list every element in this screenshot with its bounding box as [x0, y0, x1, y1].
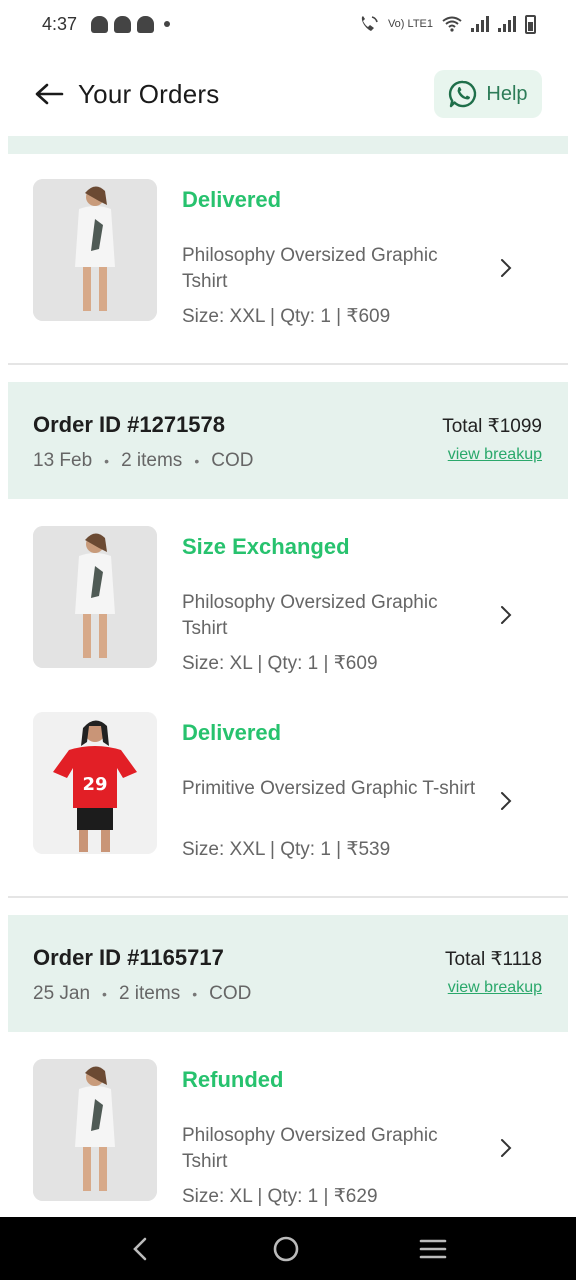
notification-icons [91, 15, 171, 33]
order-total: Total ₹1118 [445, 949, 542, 970]
item-status: Delivered [182, 187, 282, 212]
order-header: Order ID #1165717 Total ₹1118 25 Jan • 2… [8, 915, 568, 1032]
item-status: Size Exchanged [182, 534, 350, 559]
whatsapp-icon [449, 80, 477, 108]
item-meta: Size: XL | Qty: 1 | ₹629 [182, 1186, 378, 1207]
chevron-right-icon [501, 1139, 512, 1157]
snapchat-icon [91, 15, 109, 33]
home-nav-icon[interactable] [272, 1235, 300, 1263]
view-breakup-link[interactable]: view breakup [448, 979, 542, 997]
snapchat-icon [114, 15, 132, 33]
chevron-right-icon [501, 259, 512, 277]
network-label: Vo) LTE1 [387, 18, 433, 30]
help-label: Help [486, 82, 528, 105]
recents-nav-icon[interactable] [419, 1237, 447, 1261]
order-total: Total ₹1099 [442, 416, 542, 437]
product-image [33, 1059, 157, 1201]
chevron-right-icon [501, 792, 512, 810]
svg-text:29: 29 [82, 774, 107, 795]
app-header: Your Orders Help [0, 52, 576, 136]
item-name: Philosophy Oversized Graphic Tshirt [182, 245, 438, 292]
order-item[interactable]: Refunded Philosophy Oversized Graphic Ts… [0, 1059, 576, 1209]
snapchat-icon [137, 15, 155, 33]
status-time: 4:37 [42, 13, 78, 34]
order-item-count: 2 items [118, 983, 181, 1004]
item-name: Philosophy Oversized Graphic Tshirt [182, 592, 438, 639]
view-breakup-link[interactable]: view breakup [448, 446, 542, 464]
order-payment: COD [209, 983, 252, 1004]
page-title: Your Orders [78, 78, 220, 109]
arrow-left-icon [35, 83, 64, 105]
signal-icon [498, 16, 516, 32]
order-header: Order ID #1271578 Total ₹1099 13 Feb • 2… [8, 382, 568, 499]
item-name: Primitive Oversized Graphic T-shirt [182, 778, 476, 799]
signal-icon [471, 16, 489, 32]
help-button[interactable]: Help [434, 70, 542, 118]
order-item[interactable]: Size Exchanged Philosophy Oversized Grap… [0, 526, 576, 676]
chevron-right-icon [501, 606, 512, 624]
product-image [33, 526, 157, 668]
item-status: Refunded [182, 1067, 284, 1092]
order-date: 13 Feb [33, 450, 93, 471]
divider [8, 363, 568, 365]
item-name: Philosophy Oversized Graphic Tshirt [182, 1125, 438, 1172]
item-meta: Size: XXL | Qty: 1 | ₹609 [182, 306, 391, 327]
notification-dot-icon [164, 21, 171, 27]
product-image: 29 [33, 712, 157, 854]
order-item-count: 2 items [121, 450, 183, 471]
wifi-calling-icon [361, 16, 378, 31]
product-image [33, 179, 157, 321]
order-id: Order ID #1271578 [33, 412, 226, 437]
order-item[interactable]: Delivered Philosophy Oversized Graphic T… [0, 179, 576, 329]
system-icons: Vo) LTE1 [359, 14, 536, 34]
item-status: Delivered [182, 720, 282, 745]
order-date: 25 Jan [33, 983, 91, 1004]
wifi-icon [442, 16, 462, 32]
system-nav-bar [0, 1217, 576, 1280]
status-bar: 4:37 Vo) LTE1 [0, 0, 576, 48]
item-meta: Size: XXL | Qty: 1 | ₹539 [182, 839, 391, 860]
battery-icon [525, 14, 536, 34]
divider [8, 896, 568, 898]
order-header-partial [8, 136, 568, 154]
back-nav-icon[interactable] [129, 1235, 153, 1263]
order-item[interactable]: 29 Delivered Primitive Oversized Graphic… [0, 712, 576, 862]
back-button[interactable] [34, 78, 66, 110]
order-payment: COD [211, 450, 254, 471]
item-meta: Size: XL | Qty: 1 | ₹609 [182, 653, 378, 674]
order-id: Order ID #1165717 [33, 945, 224, 970]
